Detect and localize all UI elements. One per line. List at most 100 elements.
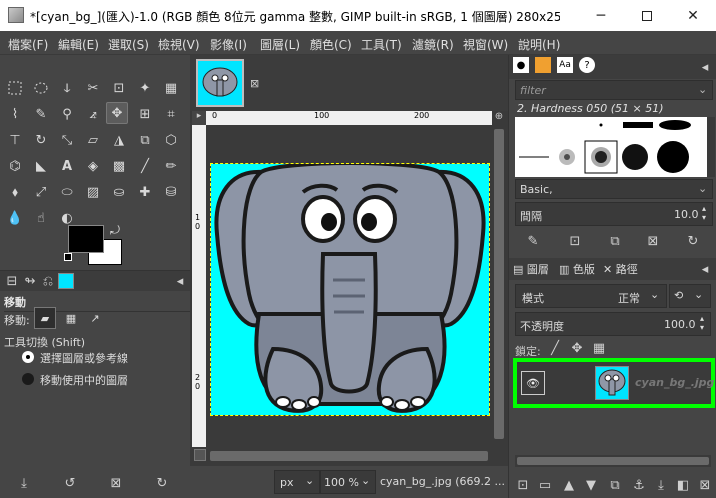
brush-preset-selector[interactable]: Basic, ⌄ bbox=[515, 179, 713, 199]
menu-help[interactable]: 說明(H) bbox=[518, 36, 560, 53]
unified-transform-icon[interactable]: ⊤ bbox=[4, 129, 26, 151]
spin-down-icon[interactable]: ▾ bbox=[702, 213, 706, 222]
device-status-icon[interactable]: ↬ bbox=[20, 271, 40, 291]
spin-down-icon[interactable]: ▾ bbox=[700, 323, 704, 332]
zoom-icon[interactable]: ⚲ bbox=[56, 103, 78, 125]
brush-filter-input[interactable]: filter ⌄ bbox=[515, 80, 713, 100]
zoom-image-icon[interactable]: ⊕ bbox=[492, 111, 506, 125]
patterns-tab-icon[interactable] bbox=[535, 57, 551, 73]
move-path-icon[interactable]: ↗ bbox=[84, 307, 106, 329]
paths-icon[interactable]: ⌇ bbox=[4, 103, 26, 125]
foreground-color-swatch[interactable] bbox=[68, 225, 104, 253]
move-selection-icon[interactable]: ▦ bbox=[60, 307, 82, 329]
image-thumbnail[interactable] bbox=[196, 59, 244, 107]
undo-history-icon[interactable]: ⎌ bbox=[38, 271, 58, 291]
menu-filters[interactable]: 濾鏡(R) bbox=[412, 36, 454, 53]
tab-paths[interactable]: ✕ 路徑 bbox=[603, 261, 638, 277]
brush-grid-scrollbar[interactable] bbox=[707, 117, 715, 177]
crop-icon[interactable]: ⌗ bbox=[160, 103, 182, 125]
menu-windows[interactable]: 視窗(W) bbox=[463, 36, 508, 53]
layer-mode-selector[interactable]: 模式 正常 ⌄ bbox=[515, 284, 667, 308]
radio-move-active-layer[interactable] bbox=[22, 373, 34, 385]
tab-layers[interactable]: ▤ 圖層 bbox=[513, 261, 549, 277]
navigate-icon[interactable] bbox=[194, 449, 206, 461]
close-image-tab-icon[interactable]: ⊠ bbox=[250, 77, 259, 90]
spin-up-icon[interactable]: ▴ bbox=[702, 204, 706, 213]
vertical-ruler[interactable]: 1 0 2 0 bbox=[192, 125, 206, 447]
quick-mask-corner[interactable]: ▸ bbox=[192, 111, 206, 125]
3d-transform-icon[interactable]: ⧉ bbox=[134, 129, 156, 151]
blur-icon[interactable]: 💧 bbox=[4, 207, 26, 229]
gradient-icon[interactable]: ▩ bbox=[108, 155, 130, 177]
free-select-icon[interactable]: ↆ bbox=[56, 77, 78, 99]
lock-pixels-icon[interactable]: ╱ bbox=[547, 340, 563, 356]
reset-options-icon[interactable]: ↻ bbox=[152, 473, 172, 493]
unit-selector[interactable]: px ⌄ bbox=[274, 470, 320, 494]
horizontal-scrollbar[interactable] bbox=[206, 448, 492, 464]
paintbrush-icon[interactable]: ╱ bbox=[134, 155, 156, 177]
menu-layer[interactable]: 圖層(L) bbox=[260, 36, 300, 53]
eraser-icon[interactable]: ⬧ bbox=[4, 181, 26, 203]
color-picker-icon[interactable]: ✎ bbox=[30, 103, 52, 125]
text-tool-icon[interactable]: A bbox=[56, 155, 78, 177]
alignment-icon[interactable]: ⊞ bbox=[134, 103, 156, 125]
default-colors-icon[interactable] bbox=[64, 253, 72, 261]
duplicate-layer-icon[interactable]: ⧉ bbox=[605, 475, 625, 495]
menu-edit[interactable]: 編輯(E) bbox=[58, 36, 99, 53]
lock-alpha-icon[interactable]: ▦ bbox=[591, 340, 607, 356]
raise-layer-icon[interactable]: ▲ bbox=[559, 475, 579, 495]
anchor-layer-icon[interactable]: ⚓ bbox=[629, 475, 649, 495]
fuzzy-select-icon[interactable]: ✦ bbox=[134, 77, 156, 99]
menu-file[interactable]: 檔案(F) bbox=[8, 36, 48, 53]
composite-mode-selector[interactable]: ⟲ ⌄ bbox=[669, 284, 711, 308]
fonts-tab-icon[interactable]: Aa bbox=[557, 57, 573, 73]
ellipse-select-icon[interactable] bbox=[30, 77, 52, 99]
radio-select-layer[interactable] bbox=[22, 351, 34, 363]
layer-row[interactable]: 👁 cyan_bg_.jpg bbox=[513, 358, 715, 408]
menu-image[interactable]: 影像(I) bbox=[210, 36, 247, 53]
merge-layer-icon[interactable]: ⤓ bbox=[651, 475, 671, 495]
delete-brush-icon[interactable]: ⊠ bbox=[643, 231, 663, 251]
scissors-select-icon[interactable]: ✂ bbox=[82, 77, 104, 99]
measure-icon[interactable]: ⦨ bbox=[82, 103, 104, 125]
opacity-field[interactable]: 不透明度 100.0 ▴ ▾ bbox=[515, 312, 711, 336]
brush-spacing-field[interactable]: 間隔 10.0 ▴ ▾ bbox=[515, 202, 713, 226]
menu-colors[interactable]: 顏色(C) bbox=[310, 36, 352, 53]
brushes-tab-icon[interactable]: ● bbox=[513, 57, 529, 73]
heal-icon[interactable]: ✚ bbox=[134, 181, 156, 203]
menu-tools[interactable]: 工具(T) bbox=[361, 36, 402, 53]
delete-layer-icon[interactable]: ⊠ bbox=[695, 475, 715, 495]
warp-transform-icon[interactable]: ⌬ bbox=[4, 155, 26, 177]
new-brush-icon[interactable]: ⊡ bbox=[565, 231, 585, 251]
vertical-scrollbar[interactable] bbox=[492, 125, 506, 447]
tab-menu-icon[interactable]: ◂ bbox=[170, 271, 190, 291]
airbrush-icon[interactable]: ⤢ bbox=[30, 181, 52, 203]
move-tool-icon[interactable]: ✥ bbox=[106, 102, 128, 124]
save-options-icon[interactable]: ⤓ bbox=[14, 473, 34, 493]
spin-up-icon[interactable]: ▴ bbox=[700, 314, 704, 323]
tool-options-icon[interactable]: ⊟ bbox=[2, 271, 22, 291]
layers-hscrollbar[interactable] bbox=[515, 455, 711, 467]
restore-options-icon[interactable]: ↺ bbox=[60, 473, 80, 493]
refresh-brushes-icon[interactable]: ↻ bbox=[683, 231, 703, 251]
duplicate-brush-icon[interactable]: ⧉ bbox=[605, 231, 625, 251]
delete-options-icon[interactable]: ⊠ bbox=[106, 473, 126, 493]
new-layer-icon[interactable]: ⊡ bbox=[513, 475, 533, 495]
horizontal-ruler[interactable]: 0 100 200 bbox=[206, 111, 492, 125]
foreground-select-icon[interactable]: ⊡ bbox=[108, 77, 130, 99]
cage-transform-icon[interactable]: ⬡ bbox=[160, 129, 182, 151]
move-layer-icon[interactable]: ▰ bbox=[34, 307, 56, 329]
brush-grid[interactable] bbox=[515, 117, 707, 177]
tab-channels[interactable]: ▥ 色版 bbox=[559, 261, 595, 277]
new-layer-group-icon[interactable]: ▭ bbox=[535, 475, 555, 495]
edit-brush-icon[interactable]: ✎ bbox=[523, 231, 543, 251]
lower-layer-icon[interactable]: ▼ bbox=[581, 475, 601, 495]
mask-layer-icon[interactable]: ◧ bbox=[673, 475, 693, 495]
handle-transform-icon[interactable]: ◣ bbox=[30, 155, 52, 177]
zoom-selector[interactable]: 100 % ⌄ bbox=[320, 470, 376, 494]
dock-menu-icon[interactable]: ◂ bbox=[695, 259, 715, 279]
close-button[interactable]: ✕ bbox=[670, 0, 716, 31]
dock-menu-icon[interactable]: ◂ bbox=[695, 57, 715, 77]
ink-icon[interactable]: ⬭ bbox=[56, 181, 78, 203]
smudge-icon[interactable]: ☝ bbox=[30, 207, 52, 229]
